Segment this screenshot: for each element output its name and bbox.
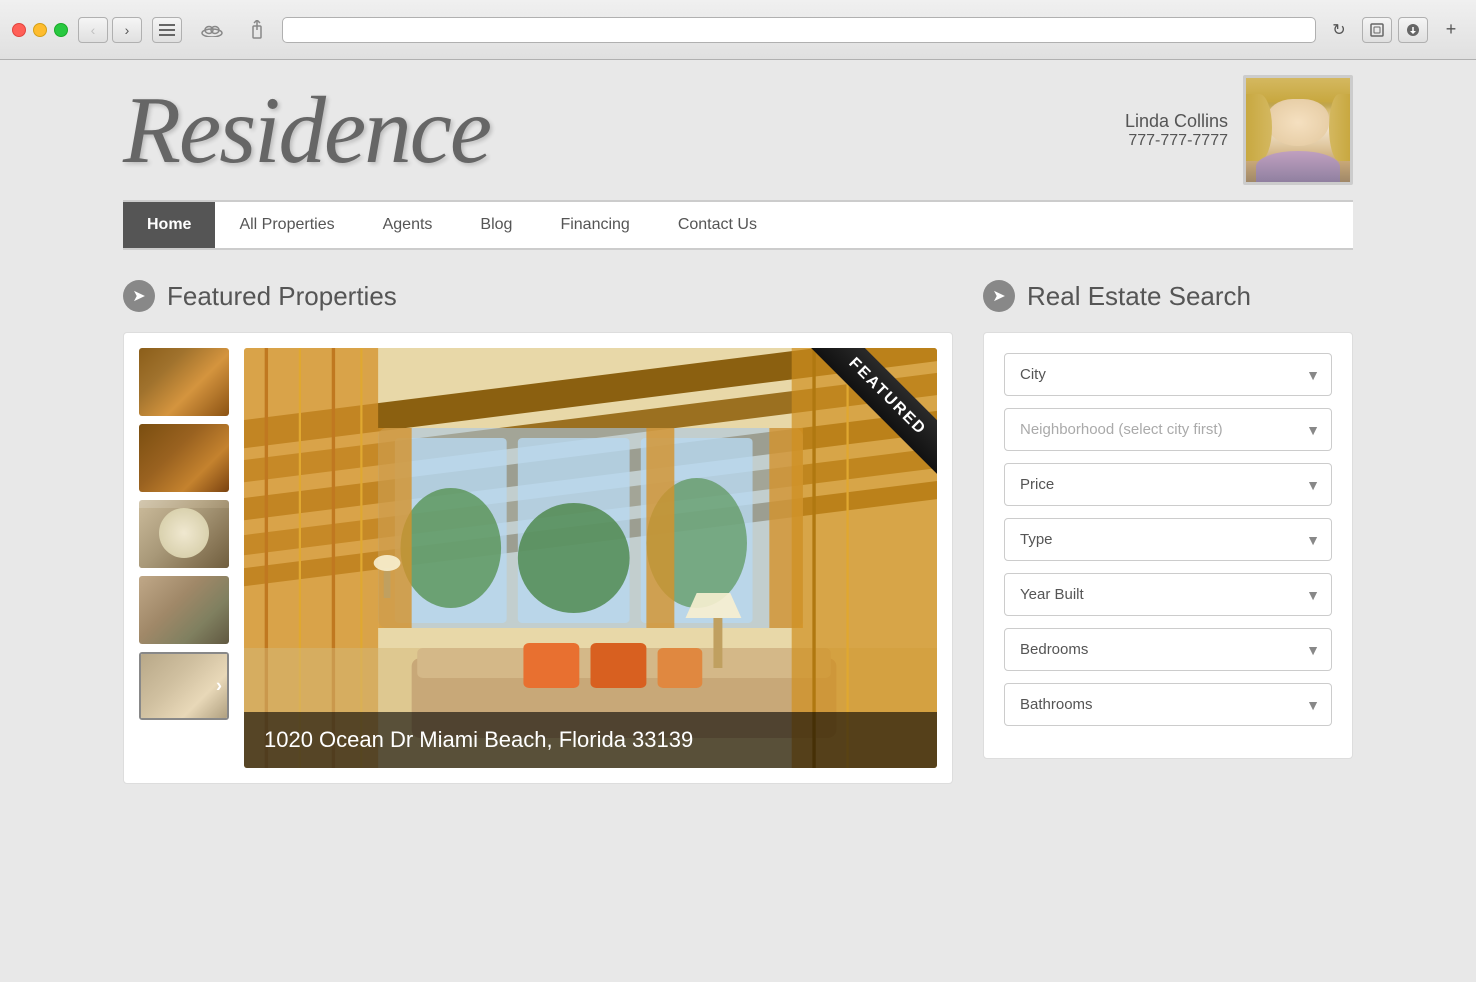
nav-link-all-properties[interactable]: All Properties [215,202,358,248]
neighborhood-select[interactable]: Neighborhood (select city first) [1004,408,1332,451]
bedrooms-select[interactable]: Bedrooms [1004,628,1332,671]
neighborhood-dropdown-wrapper: Neighborhood (select city first) ▼ [1004,408,1332,451]
thumbnail-1[interactable] [139,348,229,416]
thumbnail-4[interactable] [139,576,229,644]
thumbnail-2[interactable] [139,424,229,492]
cloud-icon [192,17,232,43]
bathrooms-select[interactable]: Bathrooms [1004,683,1332,726]
search-section: ➤ Real Estate Search City ▼ Neighbo [983,280,1353,784]
nav-item-contact[interactable]: Contact Us [654,202,781,248]
main-property-image[interactable]: FEATURED 1020 Ocean Dr Miami Beach, Flor… [244,348,937,768]
address-bar[interactable] [282,17,1316,43]
nav-item-all-properties[interactable]: All Properties [215,202,358,248]
agent-phone: 777-777-7777 [1125,132,1228,150]
bedrooms-dropdown-wrapper: Bedrooms ▼ [1004,628,1332,671]
nav-link-home[interactable]: Home [123,202,215,248]
next-image-arrow[interactable]: › [216,676,222,697]
site-logo: Residence [123,83,490,178]
minimize-button[interactable] [33,23,47,37]
type-select[interactable]: Type [1004,518,1332,561]
browser-chrome: ‹ › ↻ [0,0,1476,60]
property-card: › [123,332,953,784]
search-box: City ▼ Neighborhood (select city first) … [983,332,1353,759]
agent-info: Linda Collins 777-777-7777 [1125,75,1353,185]
nav-buttons: ‹ › [78,17,142,43]
main-content: ➤ Featured Properties [123,250,1353,814]
featured-section-title: ➤ Featured Properties [123,280,953,312]
featured-title-text: Featured Properties [167,281,397,312]
nav-link-financing[interactable]: Financing [536,202,653,248]
type-dropdown-wrapper: Type ▼ [1004,518,1332,561]
search-arrow-icon: ➤ [983,280,1015,312]
forward-button[interactable]: › [112,17,142,43]
nav-list: Home All Properties Agents Blog Financin… [123,202,1353,248]
bathrooms-dropdown-wrapper: Bathrooms ▼ [1004,683,1332,726]
sidebar-toggle-button[interactable] [152,17,182,43]
year-built-select[interactable]: Year Built [1004,573,1332,616]
featured-section: ➤ Featured Properties [123,280,953,784]
nav-item-financing[interactable]: Financing [536,202,653,248]
reload-button[interactable]: ↻ [1326,17,1352,43]
room-interior: FEATURED 1020 Ocean Dr Miami Beach, Flor… [244,348,937,768]
close-button[interactable] [12,23,26,37]
nav-item-home[interactable]: Home [123,202,215,248]
traffic-lights [12,23,68,37]
agent-photo [1243,75,1353,185]
featured-arrow-icon: ➤ [123,280,155,312]
site-nav: Home All Properties Agents Blog Financin… [123,202,1353,250]
year-built-dropdown-wrapper: Year Built ▼ [1004,573,1332,616]
price-dropdown-wrapper: Price ▼ [1004,463,1332,506]
site-wrapper: Residence Linda Collins 777-777-7777 [103,60,1373,814]
thumbnail-3[interactable] [139,500,229,568]
nav-item-blog[interactable]: Blog [456,202,536,248]
agent-name: Linda Collins [1125,111,1228,132]
nav-link-agents[interactable]: Agents [359,202,457,248]
property-address: 1020 Ocean Dr Miami Beach, Florida 33139 [244,712,937,768]
fullscreen-button[interactable] [1362,17,1392,43]
property-address-text: 1020 Ocean Dr Miami Beach, Florida 33139 [264,727,693,752]
search-section-title: ➤ Real Estate Search [983,280,1353,312]
maximize-button[interactable] [54,23,68,37]
featured-ribbon: FEATURED [777,348,937,508]
browser-right-controls [1362,17,1428,43]
site-header: Residence Linda Collins 777-777-7777 [123,60,1353,202]
share-icon[interactable] [242,17,272,43]
download-button[interactable] [1398,17,1428,43]
add-tab-button[interactable]: + [1438,17,1464,43]
property-thumbnails: › [139,348,229,768]
city-dropdown-wrapper: City ▼ [1004,353,1332,396]
nav-link-blog[interactable]: Blog [456,202,536,248]
search-title-text: Real Estate Search [1027,281,1251,312]
city-select[interactable]: City [1004,353,1332,396]
featured-badge: FEATURED [810,348,937,474]
page-content: Residence Linda Collins 777-777-7777 [0,60,1476,982]
price-select[interactable]: Price [1004,463,1332,506]
nav-link-contact[interactable]: Contact Us [654,202,781,248]
thumbnail-5[interactable]: › [139,652,229,720]
agent-details: Linda Collins 777-777-7777 [1125,111,1228,150]
back-button[interactable]: ‹ [78,17,108,43]
nav-item-agents[interactable]: Agents [359,202,457,248]
